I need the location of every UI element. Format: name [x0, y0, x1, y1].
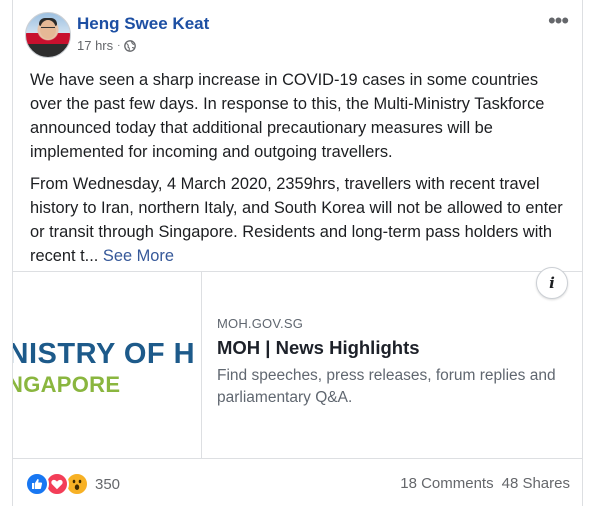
- post-header: Heng Swee Keat 17 hrs · •••: [25, 10, 570, 58]
- post-text: We have seen a sharp increase in COVID-1…: [30, 68, 565, 276]
- info-icon[interactable]: i: [536, 267, 568, 299]
- more-options-icon[interactable]: •••: [546, 10, 570, 38]
- post-paragraph-2: From Wednesday, 4 March 2020, 2359hrs, t…: [30, 172, 565, 268]
- post-paragraph-1: We have seen a sharp increase in COVID-1…: [30, 71, 545, 161]
- link-title[interactable]: MOH | News Highlights: [217, 337, 572, 359]
- author-avatar[interactable]: [25, 12, 71, 58]
- reaction-count[interactable]: 350: [95, 476, 120, 493]
- image-text-singapore: NGAPORE: [13, 372, 121, 397]
- meta-separator: ·: [117, 40, 121, 51]
- engagement-counts: 18 Comments 48 Shares: [400, 475, 570, 492]
- link-description: Find speeches, press releases, forum rep…: [217, 367, 556, 406]
- link-preview[interactable]: INISTRY OF H NGAPORE i MOH.GOV.SG MOH | …: [13, 267, 582, 459]
- image-text-ministry: INISTRY OF H: [13, 338, 196, 370]
- post-meta: 17 hrs ·: [77, 38, 137, 53]
- shares-count[interactable]: 48 Shares: [502, 475, 570, 492]
- post-card: Heng Swee Keat 17 hrs · ••• We have seen…: [12, 0, 583, 506]
- link-preview-info[interactable]: MOH.GOV.SG MOH | News Highlights Find sp…: [217, 316, 572, 409]
- like-icon: [25, 472, 49, 496]
- author-name[interactable]: Heng Swee Keat: [77, 14, 209, 34]
- avatar-glasses: [41, 27, 55, 31]
- link-preview-image[interactable]: INISTRY OF H NGAPORE: [13, 272, 202, 458]
- see-more-link[interactable]: See More: [103, 247, 174, 265]
- post-time[interactable]: 17 hrs: [77, 38, 113, 53]
- comments-count[interactable]: 18 Comments: [400, 475, 493, 492]
- reactions-summary[interactable]: 350: [25, 472, 120, 496]
- link-domain: MOH.GOV.SG: [217, 316, 304, 331]
- globe-icon[interactable]: [124, 39, 137, 52]
- post-footer: 350 18 Comments 48 Shares: [25, 472, 570, 498]
